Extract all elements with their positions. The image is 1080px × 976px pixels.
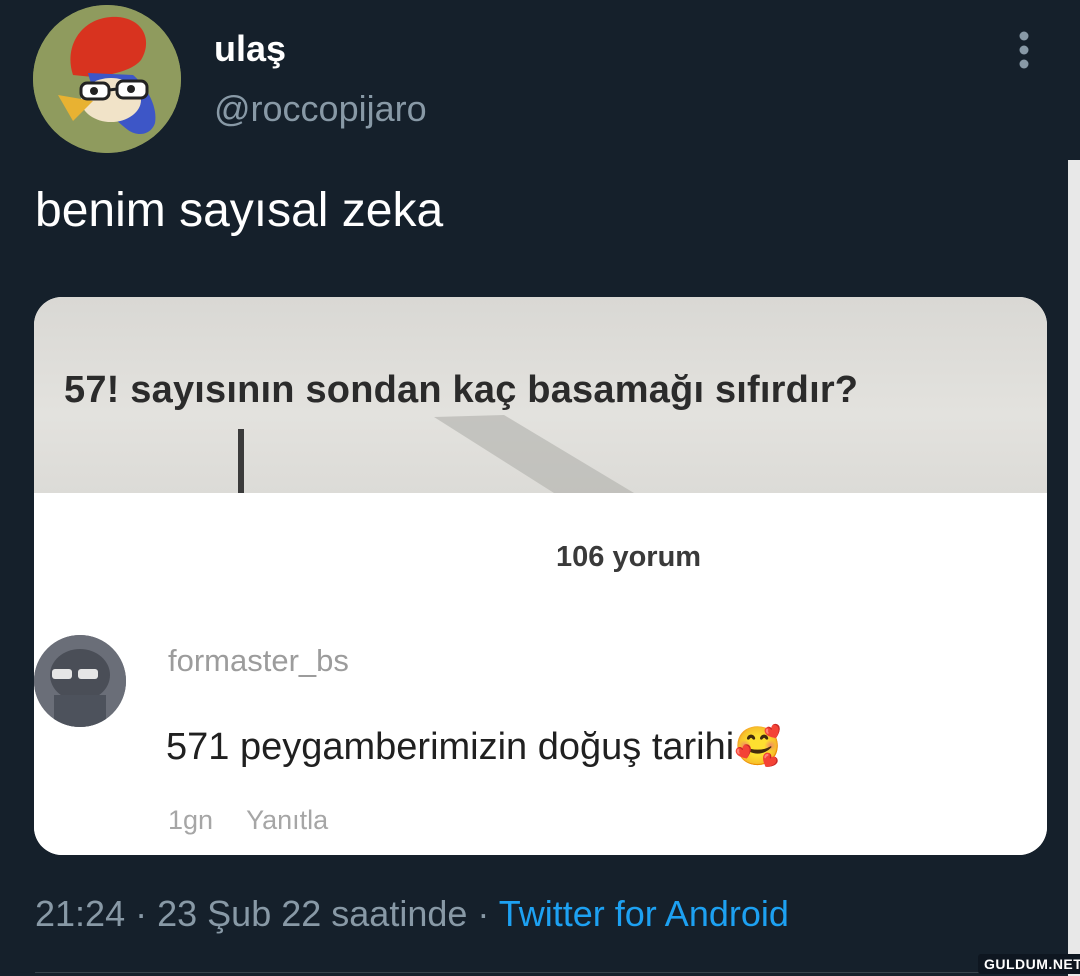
separator-dot: · [477, 893, 490, 934]
commenter-avatar-icon [34, 635, 126, 727]
tweet-time[interactable]: 21:24 [35, 893, 125, 934]
comment-count: 106 yorum [556, 541, 702, 573]
photo-paper-area: 57! sayısının sondan kaç basamağı sıfırd… [34, 297, 1047, 493]
more-vertical-icon [1019, 31, 1029, 69]
commenter-avatar[interactable] [34, 635, 126, 727]
tweet-text: benim sayısal zeka [35, 184, 444, 237]
scrollbar[interactable] [1068, 160, 1080, 976]
comment-body: 571 peygamberimizin doğuş tarihi [166, 726, 735, 768]
comment-time: 1gn [168, 805, 214, 835]
comments-panel: 106 yorum formaster_bs 571 peygamberimiz… [34, 493, 1047, 855]
comment-meta: 1gn Yanıtla [168, 805, 354, 836]
profile-avatar[interactable] [33, 5, 181, 153]
pen-shadow-icon [238, 415, 634, 493]
separator-dot: · [135, 893, 148, 934]
tweet-timestamp: 21:24 · 23 Şub 22 saatinde · Twitter for… [35, 893, 789, 935]
user-handle[interactable]: @roccopijaro [214, 88, 427, 130]
commenter-username[interactable]: formaster_bs [168, 643, 349, 679]
smiling-hearts-emoji-icon: 🥰 [734, 726, 782, 768]
woody-woodpecker-avatar-icon [33, 5, 181, 153]
more-options-button[interactable] [1004, 28, 1044, 72]
tweet-container: ulaş @roccopijaro benim sayısal zeka 57!… [0, 0, 1080, 976]
watermark: GULDUM.NET [978, 954, 1080, 974]
divider [35, 972, 1045, 973]
tweet-media[interactable]: 57! sayısının sondan kaç basamağı sıfırd… [34, 297, 1047, 855]
tweet-date[interactable]: 23 Şub 22 saatinde [157, 893, 467, 934]
reply-button[interactable]: Yanıtla [246, 805, 328, 835]
comment-text: 571 peygamberimizin doğuş tarihi🥰 [166, 725, 782, 769]
source-link[interactable]: Twitter for Android [499, 893, 789, 934]
display-name[interactable]: ulaş [214, 28, 286, 70]
